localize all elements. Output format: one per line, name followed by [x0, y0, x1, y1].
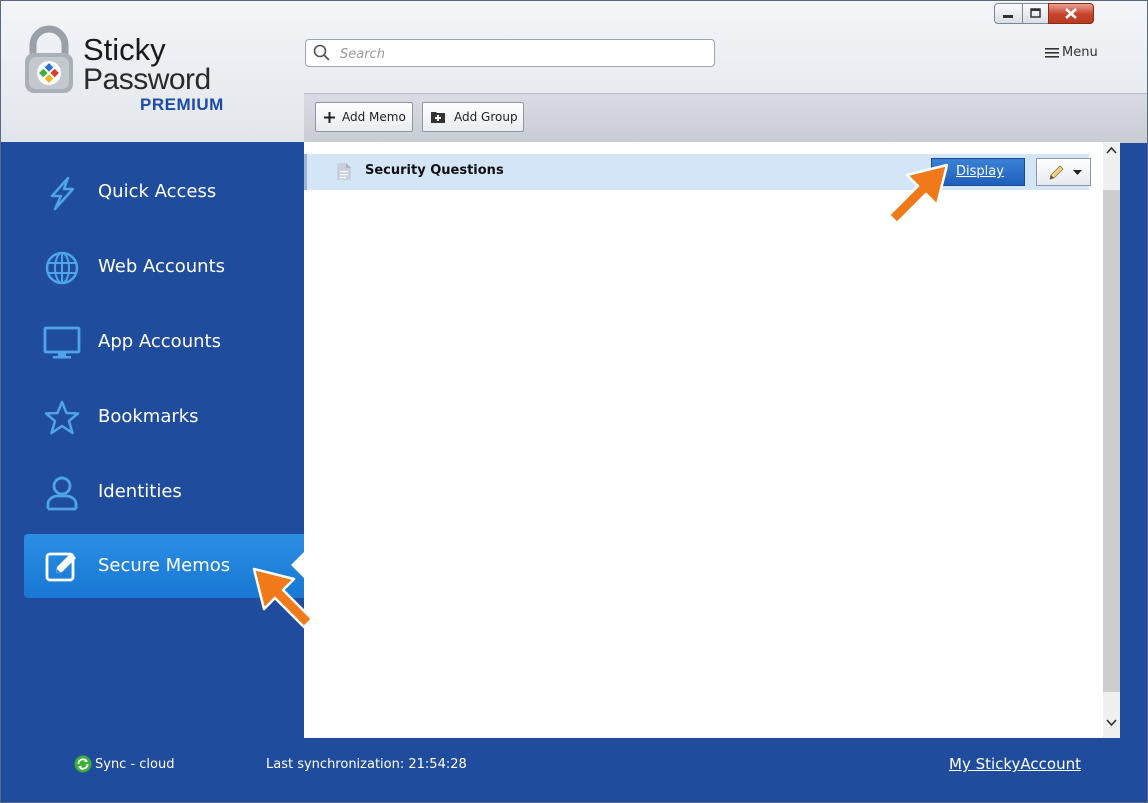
sidebar-item-identities[interactable]: Identities — [24, 460, 304, 524]
add-group-button[interactable]: Add Group — [422, 102, 524, 132]
lightning-icon — [50, 176, 75, 211]
sidebar-item-label: Secure Memos — [98, 555, 231, 576]
add-group-label: Add Group — [454, 110, 518, 124]
globe-icon — [45, 251, 79, 285]
sidebar-item-quick-access[interactable]: Quick Access — [24, 160, 304, 224]
brand-password: Password — [83, 63, 211, 96]
sidebar-item-web-accounts[interactable]: Web Accounts — [24, 235, 304, 299]
maximize-icon — [1030, 8, 1041, 18]
status-bar: Sync - cloud Last synchronization: 21:54… — [1, 738, 1147, 802]
brand-sticky: Sticky — [83, 32, 166, 67]
maximize-button[interactable] — [1022, 3, 1049, 24]
pencil-icon — [1049, 165, 1064, 180]
sidebar-item-label: Quick Access — [98, 181, 217, 202]
search-icon — [313, 44, 330, 61]
add-memo-label: Add Memo — [342, 110, 406, 124]
sidebar-item-bookmarks[interactable]: Bookmarks — [24, 385, 304, 449]
annotation-arrow-icon — [887, 163, 949, 225]
add-memo-button[interactable]: Add Memo — [315, 102, 413, 132]
monitor-icon — [43, 326, 81, 359]
sidebar: Quick Access Web Accounts App Accounts B… — [1, 142, 304, 738]
document-icon — [337, 163, 351, 180]
menu-button[interactable]: Menu — [1045, 45, 1125, 63]
scroll-up-arrow-icon[interactable] — [1106, 146, 1117, 154]
minimize-button[interactable] — [994, 3, 1023, 24]
hamburger-icon — [1045, 48, 1059, 58]
memo-list: Security Questions Display — [304, 142, 1103, 738]
app-window: Sticky Password PREMIUM Search Menu Add … — [0, 0, 1148, 803]
star-icon — [44, 400, 80, 435]
app-logo: Sticky Password PREMIUM — [13, 11, 273, 131]
brand-premium: PREMIUM — [140, 95, 224, 114]
sync-status: Sync - cloud — [95, 757, 175, 772]
plus-icon — [324, 112, 335, 123]
person-icon — [46, 476, 78, 511]
list-item[interactable]: Security Questions Display — [304, 154, 1091, 190]
scroll-down-arrow-icon[interactable] — [1106, 719, 1117, 727]
padlock-logo-icon — [25, 25, 73, 93]
edit-dropdown-button[interactable] — [1036, 158, 1091, 186]
sidebar-item-label: Bookmarks — [98, 406, 199, 427]
search-input[interactable] — [338, 42, 712, 66]
scrollbar-thumb[interactable] — [1103, 190, 1120, 692]
close-icon — [1065, 8, 1077, 19]
menu-label: Menu — [1062, 45, 1098, 60]
sidebar-item-label: Identities — [98, 481, 182, 502]
memo-title: Security Questions — [365, 163, 504, 178]
my-account-link[interactable]: My StickyAccount — [949, 755, 1081, 773]
close-button[interactable] — [1048, 3, 1094, 24]
last-sync-time: Last synchronization: 21:54:28 — [266, 757, 467, 772]
sidebar-item-app-accounts[interactable]: App Accounts — [24, 310, 304, 374]
sidebar-item-label: Web Accounts — [98, 256, 226, 277]
chevron-down-icon — [1073, 170, 1082, 175]
toolbar: Add Memo Add Group — [304, 93, 1147, 143]
display-button-label: Display — [956, 164, 1004, 179]
minimize-icon — [1003, 15, 1013, 18]
add-folder-icon — [431, 112, 445, 123]
sync-icon — [74, 755, 92, 773]
search-box[interactable] — [305, 39, 715, 67]
sidebar-item-label: App Accounts — [98, 331, 221, 352]
memo-edit-icon — [45, 552, 76, 582]
window-controls — [994, 3, 1139, 25]
annotation-arrow-icon — [252, 567, 314, 629]
